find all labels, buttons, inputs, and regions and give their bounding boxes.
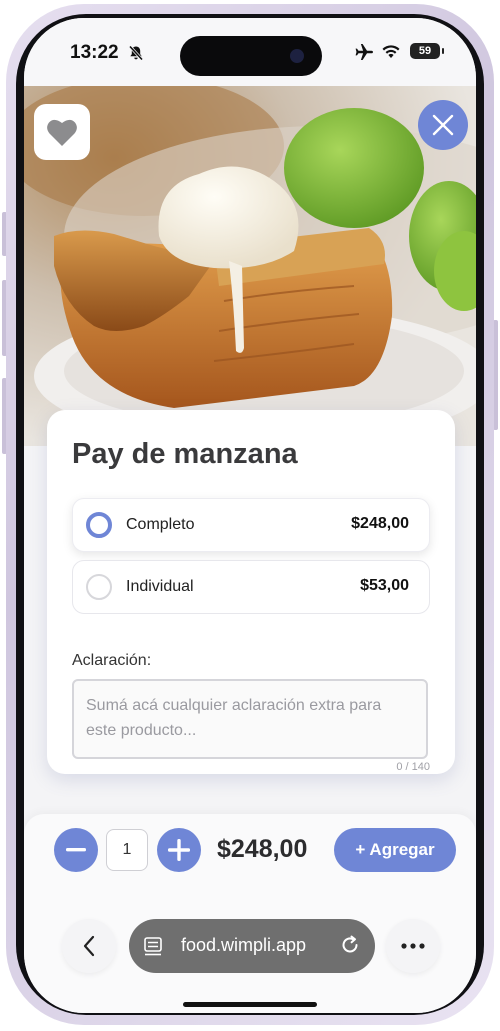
note-placeholder: Sumá acá cualquier aclaración extra para…: [86, 697, 382, 739]
close-icon: [432, 114, 454, 136]
more-options-button[interactable]: [386, 919, 440, 973]
home-indicator: [183, 1002, 317, 1007]
note-textarea[interactable]: Sumá acá cualquier aclaración extra para…: [72, 679, 428, 759]
url-text: food.wimpli.app: [181, 935, 307, 955]
favorite-button[interactable]: [34, 104, 90, 160]
note-char-counter: 0 / 140: [396, 761, 430, 773]
option-label: Individual: [126, 578, 194, 595]
dynamic-island: [180, 36, 322, 76]
camera-icon: [290, 49, 304, 63]
quantity-field[interactable]: 1: [106, 829, 148, 871]
battery-icon: 59: [410, 43, 444, 59]
heart-icon: [47, 119, 77, 146]
increase-quantity-button[interactable]: [157, 828, 201, 872]
option-completo[interactable]: Completo $248,00: [72, 498, 430, 552]
url-bar[interactable]: food.wimpli.app: [129, 919, 375, 973]
airplane-icon: [355, 44, 373, 60]
back-button[interactable]: [62, 919, 116, 973]
add-to-cart-bar: 1 $248,00 + Agregar: [24, 814, 476, 894]
product-card: Pay de manzana Completo $248,00 Individu…: [47, 410, 455, 774]
reload-icon[interactable]: [339, 934, 361, 956]
page-menu-icon: [144, 937, 162, 956]
phone-screen: 13:22 59 Pay de manzana Completo $248,00…: [24, 18, 476, 1013]
note-label: Aclaración:: [72, 652, 152, 669]
radio-unselected[interactable]: [86, 574, 112, 600]
decrease-quantity-button[interactable]: [54, 828, 98, 872]
option-individual[interactable]: Individual $53,00: [72, 560, 430, 614]
product-title: Pay de manzana: [72, 438, 298, 470]
radio-selected[interactable]: [86, 512, 112, 538]
apple-pie-illustration: [24, 86, 476, 446]
option-price: $248,00: [351, 515, 409, 532]
chevron-left-icon: [83, 935, 95, 957]
total-price: $248,00: [217, 835, 308, 863]
bell-slash-icon: [128, 45, 144, 61]
wifi-icon: [382, 45, 400, 58]
minus-icon: [66, 848, 86, 852]
option-label: Completo: [126, 516, 195, 533]
status-time: 13:22: [70, 42, 119, 63]
status-bar: 13:22 59: [24, 18, 476, 86]
close-button[interactable]: [418, 100, 468, 150]
plus-icon: [168, 839, 190, 861]
more-icon: [401, 943, 425, 949]
add-to-cart-button[interactable]: + Agregar: [334, 828, 456, 872]
browser-toolbar: food.wimpli.app: [24, 894, 476, 1013]
product-image: [24, 86, 476, 446]
option-price: $53,00: [360, 577, 409, 594]
